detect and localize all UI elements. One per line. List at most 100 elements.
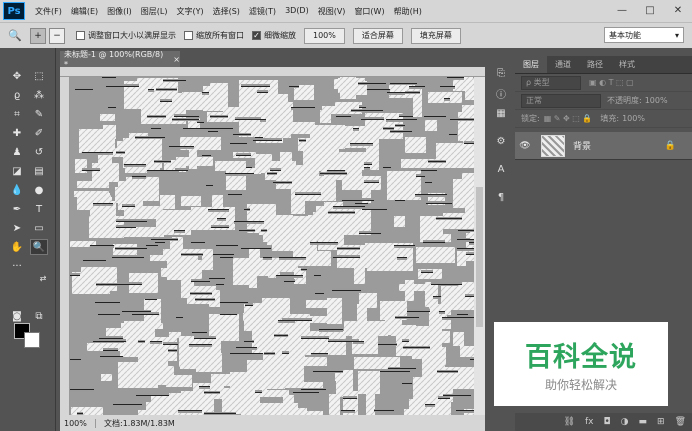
texture-ridge: [383, 165, 391, 168]
shape-tool-icon[interactable]: ▭: [30, 220, 48, 236]
texture-ridge: [295, 192, 321, 195]
texture-ridge: [99, 336, 123, 339]
menu-file[interactable]: 文件(F): [35, 6, 62, 17]
more-tools-icon[interactable]: ···: [8, 258, 26, 274]
texture-ridge: [358, 82, 386, 85]
texture-patch: [310, 316, 341, 323]
crop-tool-icon[interactable]: ⌗: [8, 106, 26, 122]
workspace-select[interactable]: 基本功能 ▾: [604, 27, 684, 43]
filter-icons[interactable]: ▣ ◐ T ⬚ ▢: [589, 78, 634, 87]
brush-panel-icon[interactable]: ▦: [492, 104, 510, 122]
texture-ridge: [361, 117, 384, 120]
zoom-all-checkbox[interactable]: 缩放所有窗口: [184, 30, 244, 41]
zoom-level[interactable]: 100%: [60, 418, 96, 428]
path-selection-tool-icon[interactable]: ➤: [8, 220, 26, 236]
trash-icon[interactable]: 🗑: [675, 417, 686, 427]
type-tool-icon[interactable]: T: [30, 201, 48, 217]
menu-edit[interactable]: 编辑(E): [71, 6, 98, 17]
quick-mask-icon[interactable]: ◙: [8, 308, 26, 324]
zoom-tool-icon[interactable]: 🔍: [30, 239, 48, 255]
tab-paths[interactable]: 路径: [579, 56, 611, 73]
texture-ridge: [390, 82, 417, 85]
menu-filter[interactable]: 滤镜(T): [249, 6, 276, 17]
texture-ridge: [261, 229, 267, 232]
layer-row[interactable]: 👁 背景 🔒: [515, 132, 692, 160]
zoom-out-icon[interactable]: −: [49, 27, 65, 44]
swap-colors-icon[interactable]: ⇄: [34, 270, 52, 286]
scroll-thumb[interactable]: [476, 187, 483, 327]
close-tab-icon[interactable]: ×: [173, 55, 180, 64]
menu-window[interactable]: 窗口(W): [354, 6, 384, 17]
menu-help[interactable]: 帮助(H): [394, 6, 422, 17]
screen-mode-icon[interactable]: ⧉: [30, 308, 48, 324]
texture-ridge: [199, 386, 210, 389]
texture-ridge: [244, 340, 254, 343]
menu-view[interactable]: 视图(V): [318, 6, 346, 17]
eyedropper-tool-icon[interactable]: ✎: [30, 106, 48, 122]
panel-tabs: 图层 通道 路径 样式: [515, 56, 692, 74]
close-button[interactable]: ✕: [664, 0, 692, 20]
document-canvas[interactable]: [70, 77, 474, 415]
texture-ridge: [122, 204, 135, 207]
texture-ridge: [378, 343, 397, 346]
gradient-tool-icon[interactable]: ▤: [30, 163, 48, 179]
maximize-button[interactable]: □: [636, 0, 664, 20]
link-layers-icon[interactable]: ⛓: [564, 417, 575, 427]
resize-windows-checkbox[interactable]: 调整窗口大小以满屏显示: [76, 30, 176, 41]
texture-ridge: [442, 317, 474, 320]
move-tool-icon[interactable]: ✥: [8, 68, 26, 84]
brush-tool-icon[interactable]: ✐: [30, 125, 48, 141]
scrubby-zoom-checkbox[interactable]: ✓ 细微缩放: [252, 30, 296, 41]
pen-tool-icon[interactable]: ✒: [8, 201, 26, 217]
background-color-swatch[interactable]: [24, 332, 40, 348]
adjustment-layer-icon[interactable]: ◑: [621, 417, 629, 427]
fit-screen-button[interactable]: 适合屏幕: [352, 27, 403, 44]
clone-stamp-tool-icon[interactable]: ♟: [8, 144, 26, 160]
eye-icon[interactable]: 👁: [515, 141, 535, 151]
history-brush-tool-icon[interactable]: ↺: [30, 144, 48, 160]
menu-select[interactable]: 选择(S): [213, 6, 240, 17]
healing-brush-tool-icon[interactable]: ✚: [8, 125, 26, 141]
tab-channels[interactable]: 通道: [547, 56, 579, 73]
character-panel-icon[interactable]: A: [492, 160, 510, 178]
menu-image[interactable]: 图像(I): [107, 6, 132, 17]
fill-value[interactable]: 100%: [622, 114, 645, 123]
menu-3d[interactable]: 3D(D): [285, 6, 309, 17]
hand-tool-icon[interactable]: ✋: [8, 239, 26, 255]
layer-name[interactable]: 背景: [573, 139, 591, 152]
tab-layers[interactable]: 图层: [515, 56, 547, 73]
opacity-value[interactable]: 100%: [645, 96, 668, 105]
new-group-icon[interactable]: ▬: [639, 417, 648, 427]
vertical-scrollbar[interactable]: [474, 77, 485, 415]
texture-ridge: [314, 275, 321, 278]
fill-screen-button[interactable]: 填充屏幕: [410, 27, 461, 44]
dodge-tool-icon[interactable]: ●: [30, 182, 48, 198]
new-layer-icon[interactable]: ⊞: [657, 417, 665, 427]
menu-type[interactable]: 文字(Y): [176, 6, 203, 17]
paragraph-panel-icon[interactable]: ¶: [492, 188, 510, 206]
blur-tool-icon[interactable]: 💧: [8, 182, 26, 198]
history-panel-icon[interactable]: ⎘: [492, 64, 510, 82]
add-mask-icon[interactable]: ◘: [604, 417, 611, 427]
lock-icons[interactable]: ▦ ✎ ✥ ⬚ 🔒: [544, 114, 593, 123]
lasso-tool-icon[interactable]: ϱ: [8, 87, 26, 103]
magic-wand-tool-icon[interactable]: ⁂: [30, 87, 48, 103]
texture-patch: [425, 120, 437, 131]
zoom-in-icon[interactable]: +: [30, 27, 46, 44]
marquee-tool-icon[interactable]: ⬚: [30, 68, 48, 84]
texture-ridge: [424, 116, 446, 119]
zoom-100-button[interactable]: 100%: [304, 27, 345, 44]
info-panel-icon[interactable]: ⓘ: [492, 84, 510, 102]
blend-mode-select[interactable]: 正常: [521, 93, 601, 108]
filter-kind-select[interactable]: ρ 类型: [521, 75, 581, 90]
fx-icon[interactable]: fx: [585, 417, 594, 427]
menu-layer[interactable]: 图层(L): [141, 6, 168, 17]
tab-styles[interactable]: 样式: [611, 56, 643, 73]
zoom-tool-preset-icon[interactable]: 🔍: [0, 29, 30, 42]
document-tab[interactable]: 未标题-1 @ 100%(RGB/8) * ×: [60, 50, 180, 69]
minimize-button[interactable]: —: [608, 0, 636, 20]
texture-ridge: [169, 146, 194, 149]
properties-panel-icon[interactable]: ⚙: [492, 132, 510, 150]
texture-ridge: [155, 242, 165, 245]
eraser-tool-icon[interactable]: ◪: [8, 163, 26, 179]
